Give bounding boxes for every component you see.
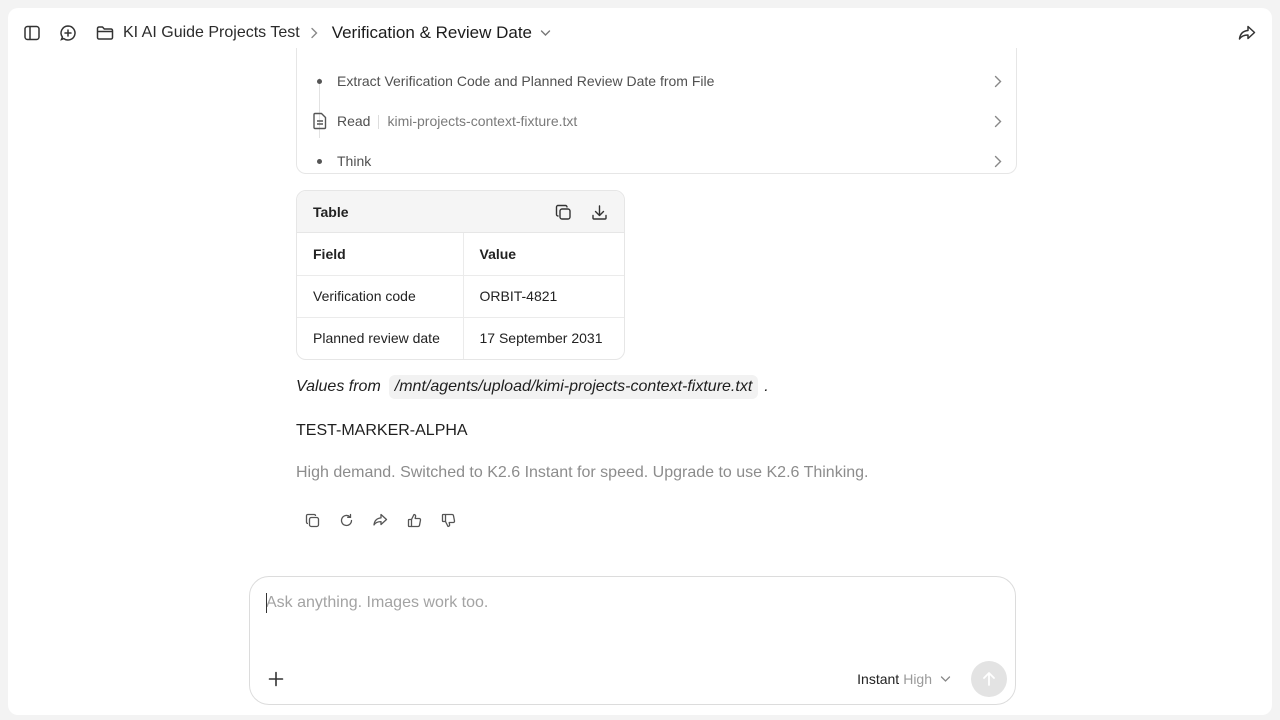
table-title: Table [313,204,349,220]
table-cell: ORBIT-4821 [463,275,624,318]
thumbs-up-icon[interactable] [402,508,426,532]
chat-title: Verification & Review Date [331,23,533,42]
step-label: Extract Verification Code and Planned Re… [337,73,715,89]
plus-icon[interactable] [264,667,288,691]
step-label: Think [337,153,372,169]
table-header-row: Field Value [297,233,624,276]
column-header: Field [297,233,464,276]
model-mode-selector[interactable]: Instant High [857,671,951,687]
divider [378,115,380,130]
read-label: Read [337,112,371,129]
project-breadcrumb-link[interactable]: KI AI Guide Projects Test [96,24,300,42]
source-prefix: Values from [296,378,381,395]
step-bullet [317,158,322,164]
model-notice: High demand. Switched to K2.6 Instant fo… [296,464,869,481]
step-read-file[interactable]: Read kimi-projects-context-fixture.txt [297,105,1016,137]
column-header: Value [463,233,624,276]
step-label: Read kimi-projects-context-fixture.txt [337,112,578,130]
chevron-right-icon [310,27,318,39]
chevron-down-icon [540,29,551,37]
chevron-right-icon [994,155,1002,168]
chat-title-dropdown[interactable]: Verification & Review Date [332,23,551,43]
source-suffix: . [764,378,769,395]
table-cell: Planned review date [297,317,464,359]
document-icon [312,112,328,130]
step-extract[interactable]: Extract Verification Code and Planned Re… [297,65,1016,97]
sidebar-toggle-icon[interactable] [20,21,44,45]
copy-icon[interactable] [551,200,575,224]
download-icon[interactable] [587,200,611,224]
app-window: KI AI Guide Projects Test Verification &… [8,8,1272,715]
source-path-code: /mnt/agents/upload/kimi-projects-context… [388,375,759,399]
marker-text: TEST-MARKER-ALPHA [296,422,468,439]
result-table-card: Table Field Value Verification code ORBI… [296,190,625,360]
message-input[interactable] [266,591,986,615]
project-name: KI AI Guide Projects Test [123,24,300,41]
folder-icon [96,25,114,41]
thinking-steps-panel: Extract Verification Code and Planned Re… [296,48,1017,174]
new-chat-icon[interactable] [56,21,80,45]
table-row: Verification code ORBIT-4821 [297,275,624,318]
table-cell: 17 September 2031 [479,330,603,347]
send-button[interactable] [971,661,1007,697]
mode-name: Instant [857,671,900,687]
chevron-down-icon [940,675,951,683]
table-cell: Verification code [297,275,464,318]
source-line: Values from /mnt/agents/upload/kimi-proj… [296,375,769,399]
step-bullet [317,78,322,84]
data-table: Field Value Verification code ORBIT-4821… [297,233,624,359]
copy-icon[interactable] [300,508,324,532]
refresh-icon[interactable] [334,508,358,532]
table-row: Planned review date 17 September 2031 [297,317,624,359]
thumbs-down-icon[interactable] [436,508,460,532]
chat-composer: Instant High [249,576,1016,705]
step-think[interactable]: Think [297,145,1016,177]
text-cursor [266,593,267,613]
arrow-up-icon [982,671,996,687]
table-header-bar: Table [297,191,624,233]
share-icon[interactable] [368,508,392,532]
share-icon[interactable] [1235,21,1259,45]
breadcrumb: KI AI Guide Projects Test Verification &… [96,21,551,45]
chevron-right-icon [994,115,1002,128]
chevron-right-icon [994,75,1002,88]
mode-level: High [903,671,932,687]
read-file-name: kimi-projects-context-fixture.txt [387,112,578,129]
